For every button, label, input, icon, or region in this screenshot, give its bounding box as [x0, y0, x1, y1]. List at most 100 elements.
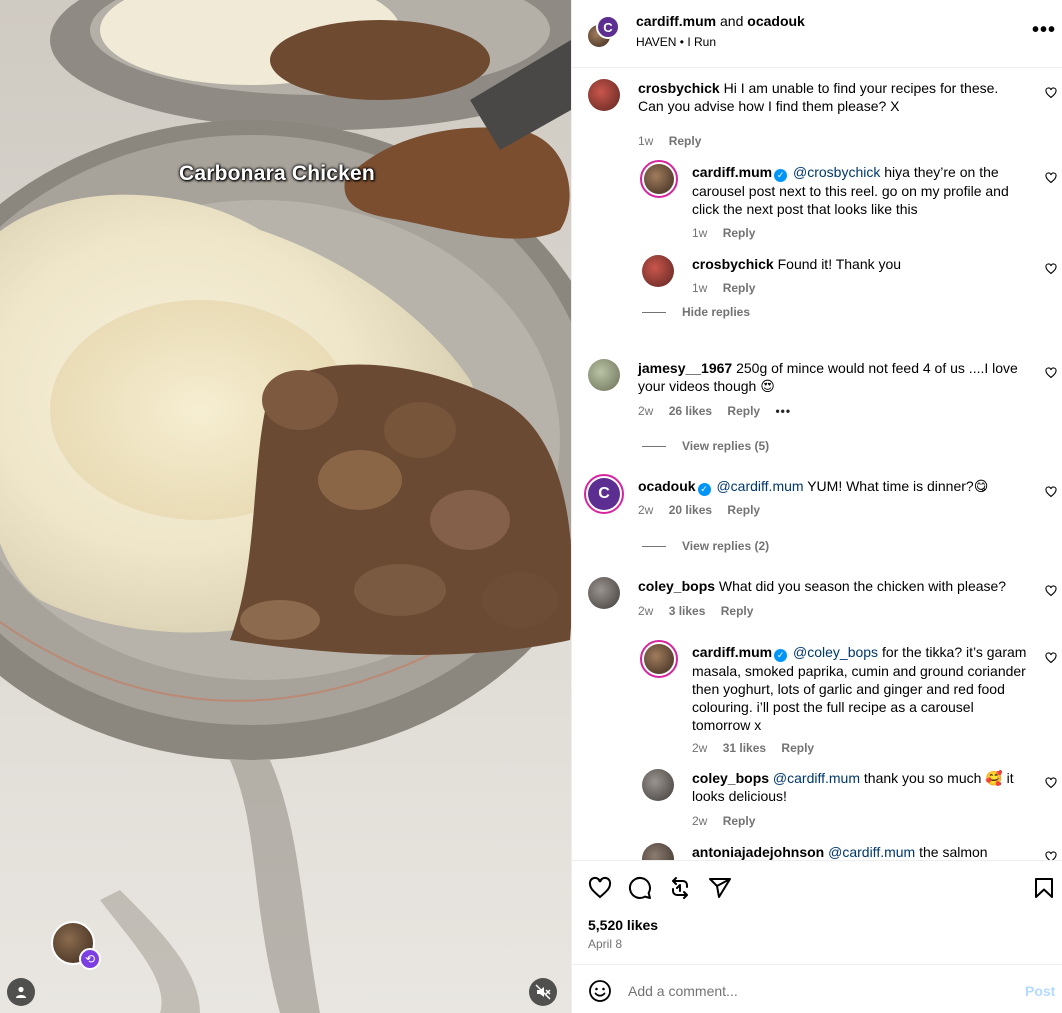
comment-body: cardiff.mum ✓ @coley_bops for the tikka? …: [692, 643, 1032, 734]
reply-button[interactable]: Reply: [723, 281, 756, 295]
audio-attribution[interactable]: HAVEN • I Run: [636, 35, 716, 49]
comment-likes[interactable]: 20 likes: [669, 503, 712, 517]
comment-body: crosbychick Hi I am unable to find your …: [638, 79, 1018, 115]
comment-reply: cardiff.mum ✓ @coley_bops for the tikka? …: [640, 640, 1057, 760]
comment-age: 2w: [692, 741, 708, 755]
commenter-avatar[interactable]: [588, 79, 620, 111]
reply-button[interactable]: Reply: [781, 741, 814, 755]
comment-body: jamesy__1967 250g of mince would not fee…: [638, 359, 1018, 395]
reply-button[interactable]: Reply: [727, 404, 760, 418]
comment-text: YUM! What time is dinner?😋: [807, 478, 989, 494]
hide-replies-button[interactable]: Hide replies: [642, 305, 750, 319]
likes-count[interactable]: 5,520 likes: [588, 917, 658, 933]
comment-likes[interactable]: 31 likes: [723, 741, 766, 755]
comment-meta: 2w 3 likes Reply: [638, 604, 765, 618]
comment-mention[interactable]: @crosbychick: [793, 164, 880, 180]
commenter-avatar[interactable]: [640, 160, 678, 198]
comment-username[interactable]: jamesy__1967: [638, 360, 732, 376]
post-date[interactable]: April 8: [588, 937, 622, 951]
comment-age: 1w: [638, 134, 654, 148]
view-replies-button[interactable]: View replies (5): [642, 439, 769, 453]
comment-mention[interactable]: @cardiff.mum: [773, 770, 860, 786]
comment-bubble-icon[interactable]: [628, 876, 652, 900]
post-authors: cardiff.mum and ocadouk: [636, 13, 805, 29]
comment-username[interactable]: crosbychick: [692, 256, 774, 272]
commenter-avatar[interactable]: [640, 640, 678, 678]
reply-button[interactable]: Reply: [669, 134, 702, 148]
view-replies-button[interactable]: View replies (2): [642, 539, 769, 553]
comment-username[interactable]: cardiff.mum: [692, 644, 772, 660]
reply-button[interactable]: Reply: [727, 503, 760, 517]
comment-meta: 2w 26 likes Reply •••: [638, 404, 803, 418]
comment: coley_bops What did you season the chick…: [588, 577, 1057, 627]
comment-options-icon[interactable]: •••: [775, 404, 791, 418]
reel-overlay-title: Carbonara Chicken: [179, 162, 375, 185]
comment-body: coley_bops @cardiff.mum thank you so muc…: [692, 769, 1032, 805]
save-bookmark-icon[interactable]: [1032, 876, 1056, 900]
collaborator-username[interactable]: ocadouk: [747, 13, 805, 29]
like-comment-heart-icon[interactable]: [1045, 851, 1057, 860]
comment-age: 2w: [692, 814, 708, 828]
comments-list[interactable]: crosbychick Hi I am unable to find your …: [572, 69, 1062, 860]
comment-mention[interactable]: @cardiff.mum: [716, 478, 803, 494]
post-actions: 5,520 likes April 8: [572, 860, 1062, 963]
comment-meta: 2w 20 likes Reply: [638, 503, 772, 517]
food-video-frame: [0, 0, 571, 1013]
collaborator-avatar[interactable]: C: [596, 15, 620, 39]
more-options-icon[interactable]: •••: [1032, 19, 1056, 42]
comment-username[interactable]: cardiff.mum: [692, 164, 772, 180]
comment-text: What did you season the chicken with ple…: [718, 578, 1007, 594]
commenter-avatar[interactable]: [588, 577, 620, 609]
like-heart-icon[interactable]: [588, 876, 612, 900]
repost-icon[interactable]: [668, 876, 692, 900]
comment-likes[interactable]: 26 likes: [669, 404, 712, 418]
comment-mention[interactable]: @coley_bops: [793, 644, 878, 660]
like-comment-heart-icon[interactable]: [1045, 172, 1057, 184]
like-comment-heart-icon[interactable]: [1045, 263, 1057, 275]
like-comment-heart-icon[interactable]: [1045, 652, 1057, 664]
comment-reply: coley_bops @cardiff.mum thank you so muc…: [642, 769, 1057, 835]
audio-track[interactable]: I Run: [687, 35, 716, 49]
comment-body: ocadouk ✓ @cardiff.mum YUM! What time is …: [638, 477, 1018, 496]
like-comment-heart-icon[interactable]: [1045, 486, 1057, 498]
collab-avatars[interactable]: C: [586, 15, 620, 49]
verified-badge-icon: ✓: [774, 169, 788, 182]
comment-likes[interactable]: 3 likes: [669, 604, 706, 618]
commenter-avatar[interactable]: [642, 255, 674, 287]
reply-button[interactable]: Reply: [721, 604, 754, 618]
comment-text: the salmon: [919, 844, 988, 860]
reply-button[interactable]: Reply: [723, 226, 756, 240]
commenter-avatar[interactable]: [642, 769, 674, 801]
comment-username[interactable]: antoniajadejohnson: [692, 844, 824, 860]
comment-body: antoniajadejohnson @cardiff.mum the salm…: [692, 843, 1032, 860]
like-comment-heart-icon[interactable]: [1045, 87, 1057, 99]
comment-username[interactable]: crosbychick: [638, 80, 720, 96]
comment: crosbychick Hi I am unable to find your …: [588, 79, 1057, 148]
reply-button[interactable]: Reply: [723, 814, 756, 828]
tagged-users-button[interactable]: [7, 978, 35, 1006]
post-detail-panel: C cardiff.mum and ocadouk HAVEN • I Run …: [571, 0, 1062, 1013]
commenter-avatar[interactable]: C: [584, 474, 624, 514]
comment-meta: 1w Reply: [692, 226, 767, 240]
comment-input[interactable]: [628, 979, 1008, 1003]
author-username[interactable]: cardiff.mum: [636, 13, 716, 29]
comment-username[interactable]: ocadouk: [638, 478, 696, 494]
share-paper-plane-icon[interactable]: [708, 876, 732, 900]
post-comment-button[interactable]: Post: [1025, 983, 1055, 999]
comment-username[interactable]: coley_bops: [692, 770, 769, 786]
verified-badge-icon: ✓: [774, 649, 788, 662]
commenter-avatar[interactable]: [642, 843, 674, 860]
like-comment-heart-icon[interactable]: [1045, 367, 1057, 379]
comment-username[interactable]: coley_bops: [638, 578, 715, 594]
commenter-avatar[interactable]: [588, 359, 620, 391]
emoji-icon[interactable]: [588, 979, 612, 1003]
mute-button[interactable]: [529, 978, 557, 1006]
like-comment-heart-icon[interactable]: [1045, 777, 1057, 789]
comment-age: 2w: [638, 404, 654, 418]
comment-mention[interactable]: @cardiff.mum: [828, 844, 915, 860]
person-icon: [16, 986, 26, 998]
comment-body: cardiff.mum ✓ @crosbychick hiya they’re o…: [692, 163, 1032, 218]
reel-video[interactable]: Carbonara Chicken ⟲: [0, 0, 571, 1013]
like-comment-heart-icon[interactable]: [1045, 585, 1057, 597]
audio-artist[interactable]: HAVEN: [636, 35, 676, 49]
